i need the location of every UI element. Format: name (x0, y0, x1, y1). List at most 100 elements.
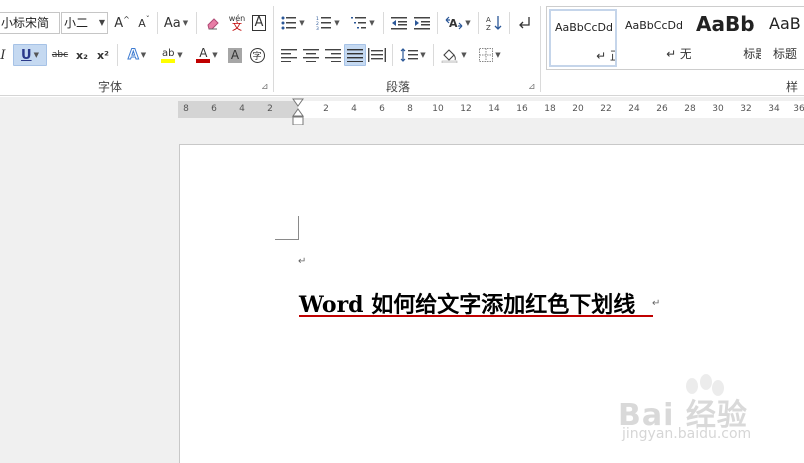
multilevel-list-icon (351, 17, 367, 29)
ruler-number: 24 (628, 104, 640, 114)
style-title-name: 标题 (773, 47, 798, 61)
text-direction-button[interactable]: A ▼ (442, 12, 474, 34)
styles-gallery: AaBbCcDd ↵ 正文 AaBbCcDd ↵ 无间隔 AaBb 标题 1 A… (546, 6, 804, 70)
justify-icon (347, 49, 363, 62)
style-no-spacing[interactable]: AaBbCcDd ↵ 无间隔 (621, 9, 691, 67)
ruler-number: 12 (460, 104, 472, 114)
change-case-icon: Aa (163, 15, 181, 31)
style-normal-name: ↵ 正文 (596, 49, 615, 63)
svg-text:A: A (486, 16, 491, 24)
pinyin-char: 文 (232, 22, 242, 33)
horizontal-ruler[interactable]: 8 6 4 2 2 4 6 8 10 12 14 16 18 20 22 24 … (178, 101, 804, 118)
ruler-number: 6 (379, 104, 385, 114)
font-color-icon: A (199, 46, 208, 60)
style-title[interactable]: AaB 标题 (763, 9, 804, 67)
svg-text:3: 3 (316, 26, 319, 30)
ruler-number: 28 (684, 104, 696, 114)
align-right-icon (325, 49, 341, 62)
margin-corner-mark (275, 216, 299, 240)
indent-marker-icon[interactable] (292, 98, 304, 128)
red-underline (299, 315, 653, 317)
increase-indent-button[interactable] (411, 12, 433, 34)
style-no-spacing-name: ↵ 无间隔 (666, 47, 691, 61)
shading-button[interactable]: ▼ (438, 44, 470, 66)
highlight-color-bar (161, 58, 176, 63)
ruler-number: 4 (351, 104, 357, 114)
align-center-icon (303, 49, 319, 62)
shrink-font-button[interactable]: Aˇ (134, 12, 154, 34)
ruler-number: 4 (239, 104, 245, 114)
borders-icon (479, 48, 494, 62)
paragraph-group-label: 段落 (386, 80, 411, 94)
enclose-characters-button[interactable]: 字 (247, 44, 267, 66)
style-title-preview: AaB (769, 14, 801, 33)
phonetic-guide-button[interactable]: wén 文 (226, 12, 248, 34)
strikethrough-icon: abc (51, 50, 69, 60)
ribbon: 小标宋简 小二 ▼ A ^ Aˇ Aa ▼ wén 文 A I U ▼ abc x₂ … (0, 0, 804, 111)
sort-az-icon: AZ (486, 16, 502, 31)
watermark-url: jingyan.baidu.com (622, 426, 752, 442)
font-size-value: 小二 (64, 16, 89, 30)
ruler-number: 8 (183, 104, 189, 114)
increase-indent-icon (414, 17, 430, 30)
chevron-down-icon[interactable]: ▼ (34, 51, 39, 59)
character-border-icon: A (251, 15, 267, 31)
font-color-button[interactable]: A ▼ (192, 44, 222, 66)
align-left-button[interactable] (278, 44, 300, 66)
bullets-button[interactable]: ▼ (278, 12, 308, 34)
highlight-icon: ab (162, 47, 175, 59)
show-hide-marks-button[interactable] (514, 12, 536, 34)
paragraph-dialog-launcher-icon[interactable]: ⊿ (528, 82, 536, 92)
borders-button[interactable]: ▼ (474, 44, 506, 66)
strikethrough-button[interactable]: abc (49, 44, 71, 66)
line-spacing-button[interactable]: ▼ (397, 44, 429, 66)
ruler-number: 8 (407, 104, 413, 114)
change-case-button[interactable]: Aa ▼ (161, 12, 191, 34)
style-heading-1-name: 标题 1 (743, 47, 761, 61)
distributed-icon (368, 48, 386, 62)
paragraph-mark: ↵ (298, 256, 307, 267)
grow-font-icon: A (114, 15, 124, 31)
ruler-number: 2 (267, 104, 273, 114)
paragraph-mark-icon (519, 17, 530, 29)
style-heading-1[interactable]: AaBb 标题 1 (693, 9, 761, 67)
ruler-number: 10 (432, 104, 444, 114)
numbering-button[interactable]: 1 2 3 ▼ (312, 12, 344, 34)
subscript-button[interactable]: x₂ (72, 44, 92, 66)
clear-formatting-button[interactable] (202, 12, 224, 34)
svg-text:A: A (449, 17, 458, 30)
character-border-button[interactable]: A (249, 12, 269, 34)
multilevel-list-button[interactable]: ▼ (347, 12, 379, 34)
decrease-indent-icon (391, 17, 407, 30)
ruler-number: 36 (793, 104, 804, 114)
character-shading-button[interactable]: A (225, 44, 245, 66)
font-dialog-launcher-icon[interactable]: ⊿ (261, 82, 269, 92)
superscript-button[interactable]: x² (93, 44, 113, 66)
align-right-button[interactable] (322, 44, 344, 66)
font-size-combo[interactable]: 小二 ▼ (61, 12, 108, 34)
numbered-list-icon: 1 2 3 (316, 16, 332, 30)
underline-button[interactable]: U ▼ (13, 44, 47, 66)
chevron-down-icon: ▼ (98, 18, 105, 27)
font-name-combo[interactable]: 小标宋简 (0, 12, 60, 34)
text-effects-button[interactable]: A ▼ (122, 44, 152, 66)
ruler-number: 14 (488, 104, 500, 114)
ruler-number: 26 (656, 104, 668, 114)
style-normal[interactable]: AaBbCcDd ↵ 正文 (549, 9, 617, 67)
justify-button[interactable] (344, 44, 366, 66)
highlight-color-button[interactable]: ab ▼ (156, 44, 188, 66)
sort-button[interactable]: AZ (483, 12, 505, 34)
paint-bucket-icon (442, 49, 458, 63)
enclose-characters-icon: 字 (249, 47, 265, 63)
align-center-button[interactable] (300, 44, 322, 66)
text-direction-icon: A (445, 16, 463, 30)
italic-button[interactable]: I (0, 44, 10, 66)
distributed-button[interactable] (366, 44, 388, 66)
ruler-left-margin (178, 101, 298, 118)
ruler-number: 20 (572, 104, 584, 114)
ruler-number: 16 (516, 104, 528, 114)
paragraph-mark: ↵ (652, 298, 661, 309)
grow-font-button[interactable]: A ^ (112, 12, 132, 34)
decrease-indent-button[interactable] (388, 12, 410, 34)
style-no-spacing-preview: AaBbCcDd (625, 19, 683, 32)
